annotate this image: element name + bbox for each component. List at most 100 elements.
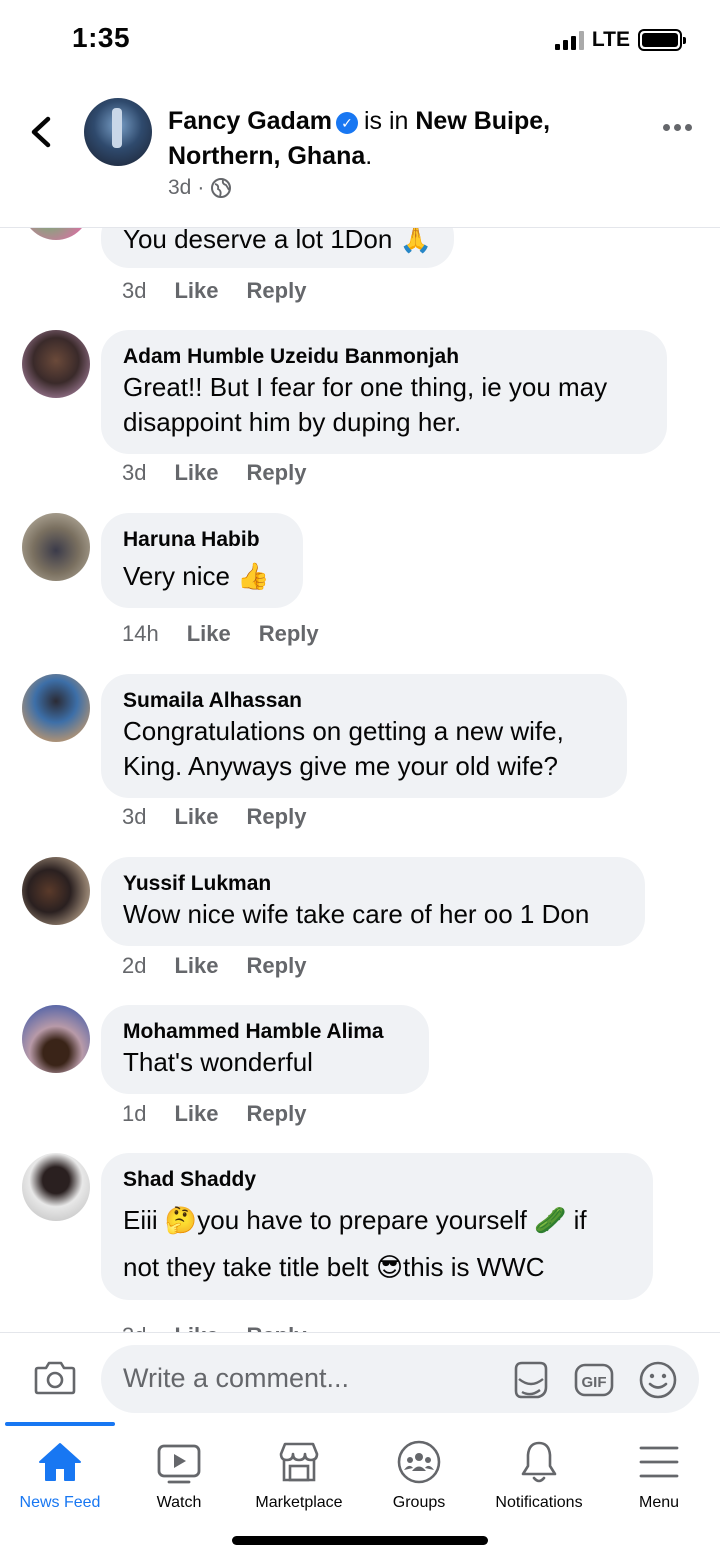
comment-author[interactable]: Mohammed Hamble Alima — [123, 1019, 407, 1045]
like-button[interactable]: Like — [174, 460, 218, 486]
bottom-navigation: News Feed Watch Marketplace Groups Notif… — [0, 1422, 720, 1558]
reply-button[interactable]: Reply — [247, 1101, 307, 1127]
signal-icon — [554, 30, 584, 50]
like-button[interactable]: Like — [174, 953, 218, 979]
comment-bubble[interactable]: Haruna Habib Very nice 👍 — [101, 513, 303, 608]
like-button[interactable]: Like — [174, 1101, 218, 1127]
more-options-icon[interactable] — [663, 124, 692, 131]
nav-label: Watch — [156, 1494, 202, 1511]
like-button[interactable]: Like — [174, 1323, 218, 1332]
like-button[interactable]: Like — [187, 621, 231, 647]
thumbs-up-emoji-icon: 👍 — [237, 561, 270, 591]
commenter-avatar[interactable] — [22, 857, 90, 925]
commenter-avatar[interactable] — [22, 1005, 90, 1073]
battery-icon — [638, 29, 686, 51]
like-button[interactable]: Like — [174, 278, 218, 304]
comment-text: That's wonderful — [123, 1047, 313, 1077]
active-tab-indicator — [5, 1422, 115, 1426]
reply-button[interactable]: Reply — [247, 953, 307, 979]
verified-badge-icon: ✓ — [335, 112, 358, 134]
commenter-avatar[interactable] — [22, 330, 90, 398]
marketplace-icon — [279, 1442, 319, 1482]
status-time: 1:35 — [72, 22, 131, 53]
post-age: 3d — [168, 176, 192, 199]
reply-button[interactable]: Reply — [259, 621, 319, 647]
bell-icon — [521, 1441, 557, 1483]
gif-label: GIF — [582, 1374, 607, 1391]
thinking-emoji-icon: 🤔 — [164, 1205, 198, 1235]
comment-bubble[interactable]: Adam Humble Uzeidu Banmonjah Great!! But… — [101, 330, 667, 454]
comment-text-part: you have to prepare yourself — [197, 1205, 535, 1235]
comment-author[interactable]: Shad Shaddy — [123, 1167, 631, 1193]
commenter-avatar[interactable] — [22, 674, 90, 742]
comment-text-line: disappoint him by duping her. — [123, 407, 462, 437]
nav-label: Notifications — [495, 1494, 583, 1511]
commenter-avatar[interactable] — [22, 513, 90, 581]
nav-groups[interactable]: Groups — [359, 1438, 479, 1512]
comment-text-line: not they take title belt 😎this is WWC — [123, 1244, 631, 1291]
groups-icon — [397, 1440, 441, 1484]
comment-bubble[interactable]: Mohammed Hamble Alima That's wonderful — [101, 1005, 429, 1094]
comment-author[interactable]: Sumaila Alhassan — [123, 688, 605, 714]
reply-button[interactable]: Reply — [247, 460, 307, 486]
nav-label: Menu — [638, 1494, 680, 1511]
camera-icon[interactable] — [34, 1359, 76, 1395]
comment-actions: 1d Like Reply — [122, 1101, 306, 1127]
comment-text-line: Eiii 🤔you have to prepare yourself 🥒 if — [123, 1197, 631, 1244]
comment-bubble[interactable]: Sumaila Alhassan Congratulations on gett… — [101, 674, 627, 798]
reply-button[interactable]: Reply — [247, 1323, 307, 1332]
sticker-icon[interactable] — [510, 1359, 552, 1401]
comment-author[interactable]: Haruna Habib — [123, 527, 281, 553]
network-label: LTE — [591, 28, 630, 51]
comment-actions: 2d Like Reply — [122, 953, 306, 979]
nav-menu[interactable]: Menu — [599, 1438, 719, 1512]
author-name[interactable]: Fancy Gadam — [168, 107, 332, 135]
meta-separator: · — [197, 176, 205, 199]
post-meta: 3d · — [168, 176, 232, 200]
comment-actions: 3d Like Reply — [122, 460, 306, 486]
reply-button[interactable]: Reply — [247, 804, 307, 830]
nav-watch[interactable]: Watch — [119, 1438, 239, 1512]
nav-marketplace[interactable]: Marketplace — [239, 1438, 359, 1512]
emoji-icon[interactable] — [637, 1359, 679, 1401]
reply-button[interactable]: Reply — [247, 278, 307, 304]
comment-text: Very nice 👍 — [123, 559, 281, 594]
comment-actions: 3d Like Reply — [122, 804, 306, 830]
commenter-avatar[interactable] — [22, 1153, 90, 1221]
comment-author[interactable]: Adam Humble Uzeidu Banmonjah — [123, 344, 645, 370]
comment-time: 14h — [122, 621, 159, 646]
nav-notifications[interactable]: Notifications — [479, 1438, 599, 1512]
comment-actions: 14h Like Reply — [122, 621, 319, 647]
author-avatar[interactable] — [84, 98, 152, 166]
comment-bubble[interactable]: You deserve a lot 1Don 🙏 — [101, 228, 454, 268]
comment-bubble[interactable]: Yussif Lukman Wow nice wife take care of… — [101, 857, 645, 946]
comment-placeholder[interactable]: Write a comment... — [123, 1363, 349, 1394]
back-arrow-icon[interactable] — [26, 114, 56, 150]
nav-label: Marketplace — [255, 1494, 343, 1511]
comment-text-content: You deserve a lot 1Don — [123, 228, 393, 254]
comment-actions: 3d Like Reply — [122, 1323, 306, 1332]
nav-news-feed[interactable]: News Feed — [0, 1438, 120, 1512]
home-icon — [39, 1443, 81, 1481]
pray-emoji-icon: 🙏 — [399, 228, 432, 254]
like-button[interactable]: Like — [174, 804, 218, 830]
comments-list[interactable]: You deserve a lot 1Don 🙏 3d Like Reply A… — [0, 228, 720, 1332]
comment-author[interactable]: Yussif Lukman — [123, 871, 623, 897]
commenter-avatar[interactable] — [22, 228, 90, 240]
comment-bubble[interactable]: Shad Shaddy Eiii 🤔you have to prepare yo… — [101, 1153, 653, 1300]
comment-text: You deserve a lot 1Don 🙏 — [123, 228, 432, 257]
comment-text-content: Very nice — [123, 561, 230, 591]
comment-text-part: Eiii — [123, 1205, 165, 1235]
menu-icon — [639, 1446, 679, 1478]
comment-time: 3d — [122, 278, 147, 303]
gif-icon[interactable]: GIF — [573, 1359, 615, 1401]
comment-composer: Write a comment... GIF — [0, 1332, 720, 1424]
watch-icon — [157, 1444, 201, 1484]
cucumber-emoji-icon: 🥒 — [534, 1205, 567, 1235]
comment-time: 2d — [122, 953, 147, 978]
location-suffix: . — [365, 142, 373, 170]
is-in-text: is in — [363, 107, 409, 135]
comment-text-part: this is WWC — [403, 1252, 545, 1282]
sunglasses-emoji-icon: 😎 — [375, 1252, 404, 1282]
home-indicator[interactable] — [232, 1536, 488, 1545]
